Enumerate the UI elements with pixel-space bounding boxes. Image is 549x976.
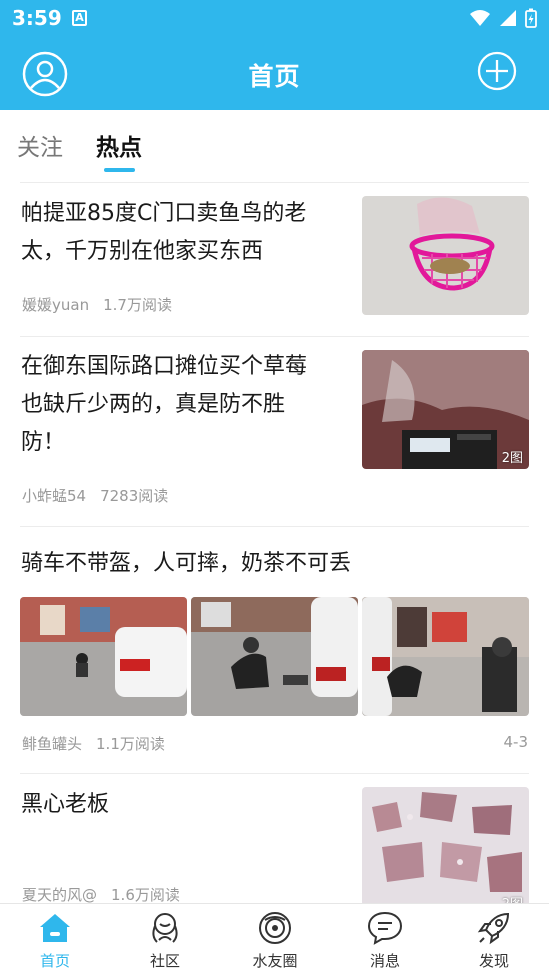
article-meta: 夏天的风@ 1.6万阅读 bbox=[22, 884, 180, 903]
image-count-badge: 2图 bbox=[502, 893, 523, 903]
article-card[interactable]: 骑车不带盔，人可摔，奶茶不可丢 鲱鱼罐头 1.1万阅读 4-3 bbox=[0, 527, 549, 773]
title-line: 防！ bbox=[21, 430, 66, 455]
author-name: 媛媛yuan bbox=[22, 296, 90, 314]
tab-follow[interactable]: 关注 bbox=[17, 128, 63, 162]
nav-label: 消息 bbox=[369, 952, 400, 970]
author-name: 夏天的风@ bbox=[22, 886, 98, 903]
article-thumbnail bbox=[191, 597, 358, 716]
wifi-icon bbox=[470, 10, 490, 26]
title-line: 太，千万别在他家买东西 bbox=[21, 239, 264, 264]
community-icon bbox=[152, 913, 178, 943]
article-thumbnail bbox=[362, 597, 529, 716]
app-header: 首页 bbox=[0, 36, 549, 110]
nav-home[interactable]: 首页 bbox=[0, 904, 110, 976]
status-bar: 3:59 A bbox=[0, 0, 549, 36]
home-icon bbox=[40, 914, 70, 942]
bottom-nav: 首页 社区 水友圈 消息 发现 bbox=[0, 903, 549, 976]
article-meta: 媛媛yuan 1.7万阅读 bbox=[22, 294, 172, 315]
article-title: 在御东国际路口摊位买个草莓 也缺斤少两的，真是防不胜 防！ bbox=[21, 348, 307, 462]
read-count: 1.6万阅读 bbox=[111, 886, 180, 903]
article-card[interactable]: 在御东国际路口摊位买个草莓 也缺斤少两的，真是防不胜 防！ 小蚱蜢54 7283阅… bbox=[0, 337, 549, 526]
read-count: 1.1万阅读 bbox=[96, 735, 165, 753]
read-count: 7283阅读 bbox=[100, 487, 169, 505]
nav-label: 首页 bbox=[39, 952, 70, 970]
signal-icon bbox=[500, 10, 516, 26]
article-meta: 鲱鱼罐头 1.1万阅读 bbox=[22, 733, 165, 754]
plus-circle-icon bbox=[477, 51, 517, 91]
message-icon bbox=[367, 911, 403, 945]
nav-label: 社区 bbox=[149, 952, 180, 970]
title-line: 也缺斤少两的，真是防不胜 bbox=[21, 392, 286, 417]
article-date: 4-3 bbox=[503, 733, 529, 751]
status-icons bbox=[469, 8, 537, 28]
nav-messages[interactable]: 消息 bbox=[330, 904, 440, 976]
article-title: 骑车不带盔，人可摔，奶茶不可丢 bbox=[21, 545, 351, 583]
author-name: 小蚱蜢54 bbox=[22, 487, 87, 505]
title-line: 帕提亚85度C门口卖鱼鸟的老 bbox=[21, 201, 307, 226]
page-title: 首页 bbox=[248, 62, 301, 91]
battery-icon bbox=[525, 8, 537, 28]
article-card[interactable]: 黑心老板 夏天的风@ 1.6万阅读 2图 bbox=[0, 774, 549, 903]
title-line: 骑车不带盔，人可摔，奶茶不可丢 bbox=[21, 551, 352, 576]
article-title: 黑心老板 bbox=[21, 786, 109, 824]
nav-circle[interactable]: 水友圈 bbox=[220, 904, 330, 976]
author-name: 鲱鱼罐头 bbox=[22, 735, 83, 753]
nav-label: 水友圈 bbox=[252, 952, 298, 970]
rocket-icon bbox=[477, 912, 510, 945]
nav-label: 发现 bbox=[478, 952, 509, 970]
content-tabs: 关注 热点 bbox=[0, 110, 549, 182]
article-card[interactable]: 帕提亚85度C门口卖鱼鸟的老 太，千万别在他家买东西 媛媛yuan 1.7万阅读 bbox=[0, 183, 549, 336]
tab-hot[interactable]: 热点 bbox=[96, 128, 142, 162]
status-time: 3:59 bbox=[12, 6, 62, 30]
add-button[interactable] bbox=[477, 51, 523, 97]
notification-icon: A bbox=[72, 10, 87, 26]
image-count-badge: 2图 bbox=[501, 451, 523, 466]
circle-icon bbox=[259, 912, 291, 944]
tab-indicator bbox=[104, 168, 135, 172]
article-title: 帕提亚85度C门口卖鱼鸟的老 太，千万别在他家买东西 bbox=[21, 195, 306, 271]
title-line: 在御东国际路口摊位买个草莓 bbox=[21, 354, 308, 379]
article-thumbnail: 2图 bbox=[362, 787, 529, 903]
read-count: 1.7万阅读 bbox=[103, 296, 172, 314]
article-thumbnail bbox=[20, 597, 187, 716]
article-thumbnail: 2图 bbox=[362, 350, 529, 469]
title-line: 黑心老板 bbox=[21, 792, 110, 817]
article-meta: 小蚱蜢54 7283阅读 bbox=[22, 485, 168, 506]
nav-discover[interactable]: 发现 bbox=[439, 904, 549, 976]
nav-community[interactable]: 社区 bbox=[110, 904, 220, 976]
article-thumbnail bbox=[362, 196, 529, 315]
